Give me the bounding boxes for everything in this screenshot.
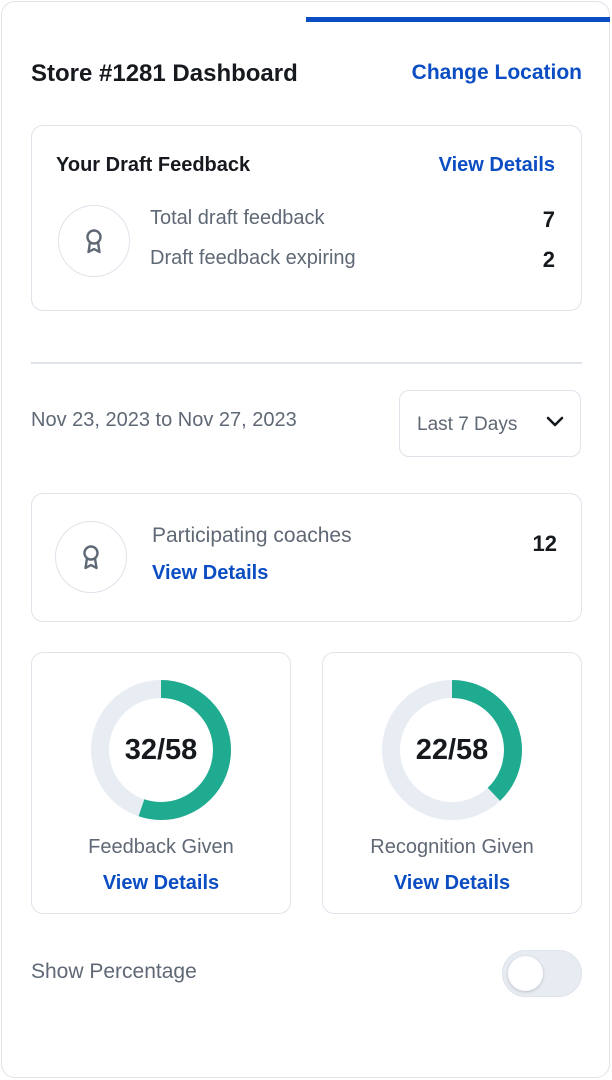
- change-location-link[interactable]: Change Location: [412, 61, 582, 85]
- total-draft-feedback-value: 7: [542, 207, 555, 232]
- feedback-given-label: Feedback Given: [88, 836, 234, 858]
- toggle-knob: [508, 956, 543, 991]
- participating-coaches-count: 12: [532, 531, 557, 556]
- progress-ring-value: 32/58: [124, 733, 198, 766]
- draft-feedback-expiring-value: 2: [542, 247, 555, 272]
- period-selected-value: Last 7 Days: [417, 414, 518, 435]
- show-percentage-toggle[interactable]: [502, 950, 582, 997]
- participating-coaches-label: Participating coaches: [152, 524, 352, 547]
- progress-ring-value: 22/58: [415, 733, 489, 766]
- feedback-given-card: 32/58 Feedback Given View Details: [31, 652, 291, 914]
- header: Store #1281 Dashboard Change Location: [31, 58, 582, 94]
- period-dropdown[interactable]: Last 7 Days: [399, 390, 581, 457]
- feedback-view-details-link[interactable]: View Details: [32, 872, 290, 895]
- page-title: Store #1281 Dashboard: [31, 60, 298, 87]
- feedback-progress-ring: 32/58: [91, 680, 231, 820]
- draft-feedback-view-details-link[interactable]: View Details: [439, 154, 555, 177]
- award-ribbon-icon: [55, 521, 127, 593]
- award-ribbon-icon: [58, 205, 130, 277]
- section-divider: [31, 362, 582, 364]
- chevron-down-icon: [546, 416, 564, 427]
- recognition-given-label: Recognition Given: [370, 836, 534, 858]
- draft-feedback-expiring-label: Draft feedback expiring: [150, 247, 356, 269]
- draft-feedback-title: Your Draft Feedback: [56, 154, 251, 176]
- show-percentage-label: Show Percentage: [31, 960, 197, 983]
- participating-coaches-card: Participating coaches View Details 12: [31, 493, 582, 622]
- coaches-view-details-link[interactable]: View Details: [152, 562, 268, 585]
- recognition-progress-ring: 22/58: [382, 680, 522, 820]
- recognition-given-card: 22/58 Recognition Given View Details: [322, 652, 582, 914]
- total-draft-feedback-label: Total draft feedback: [150, 207, 325, 229]
- recognition-view-details-link[interactable]: View Details: [323, 872, 581, 895]
- active-tab-indicator: [306, 17, 610, 22]
- date-range-text: Nov 23, 2023 to Nov 27, 2023: [31, 409, 297, 431]
- draft-feedback-card: Your Draft Feedback View Details Total d…: [31, 125, 582, 311]
